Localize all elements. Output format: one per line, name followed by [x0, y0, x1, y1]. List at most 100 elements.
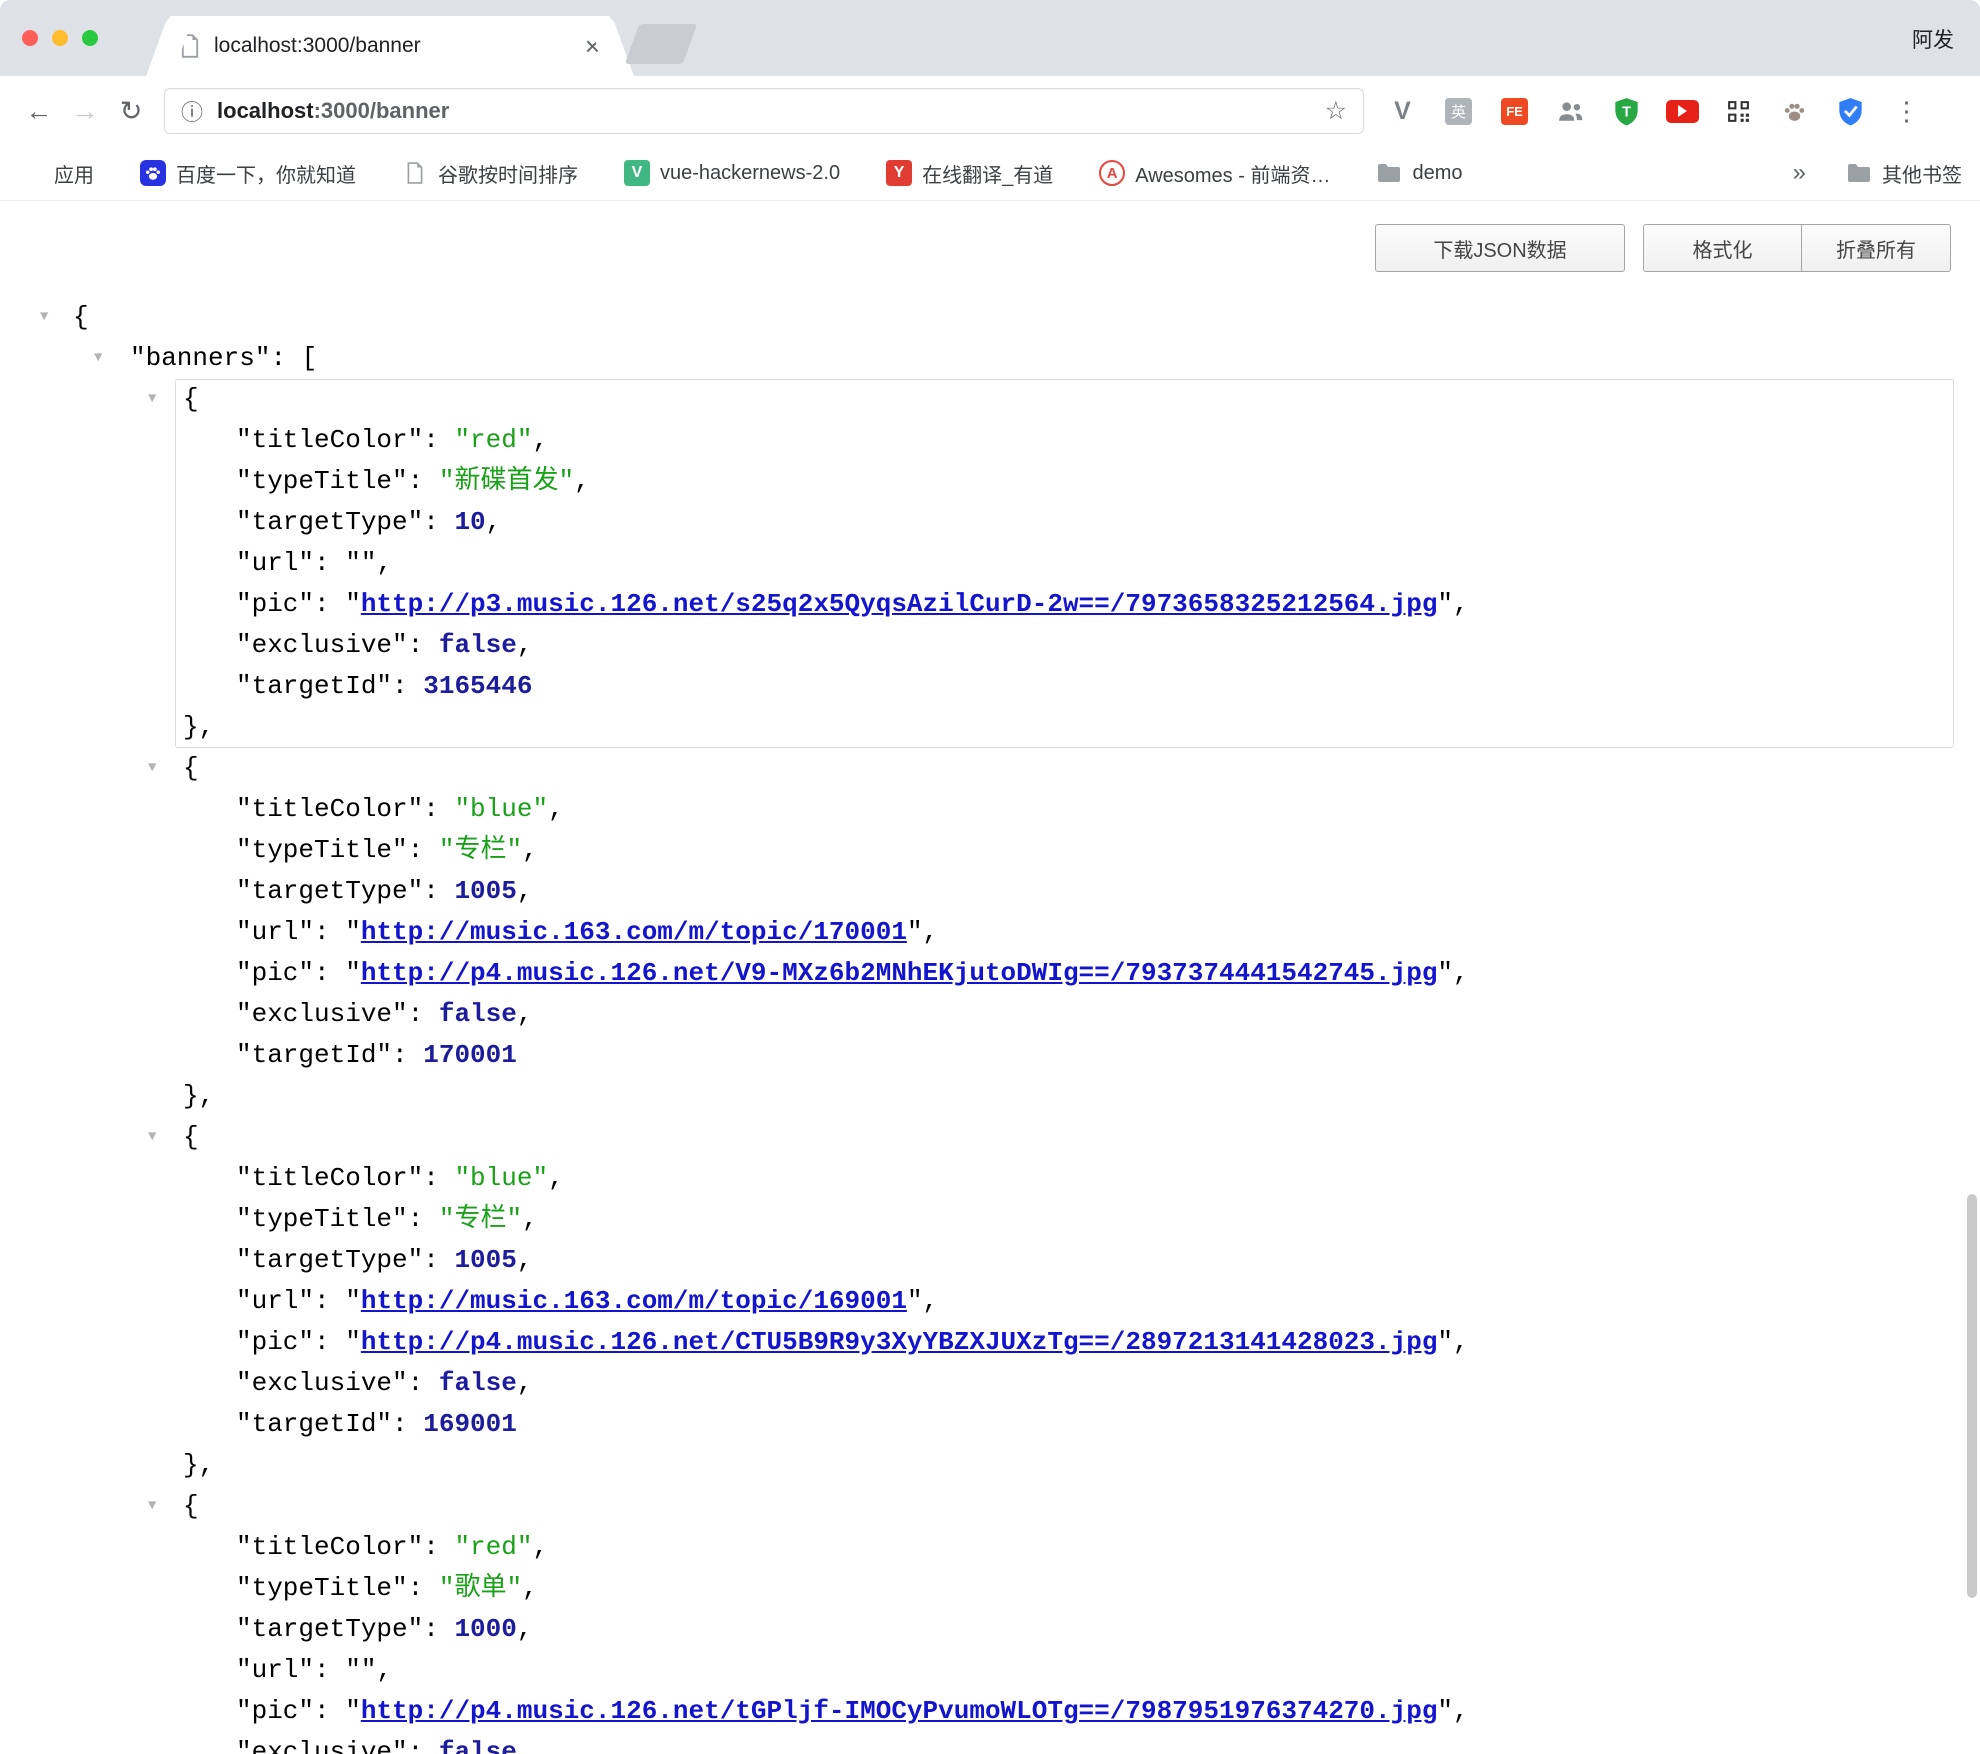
bookmarks-bar: 应用 百度一下，你就知道 谷歌按时间排序 V vue-hackernews-2.… — [0, 146, 1980, 200]
close-window-button[interactable] — [22, 30, 38, 46]
json-boolean: false — [439, 999, 517, 1029]
url-text[interactable]: localhost:3000/banner — [217, 98, 1325, 124]
json-boolean: false — [439, 1368, 517, 1398]
paw-extension-icon[interactable] — [1774, 91, 1815, 132]
json-string: "歌单" — [439, 1573, 522, 1603]
people-extension-icon[interactable] — [1550, 91, 1591, 132]
json-url-link[interactable]: http://music.163.com/m/topic/169001 — [361, 1286, 907, 1316]
back-button[interactable]: ← — [16, 88, 62, 134]
json-object: ▼{"titleColor": "blue","typeTitle": "专栏"… — [0, 1117, 1980, 1486]
vimium-extension-icon[interactable]: V — [1382, 91, 1423, 132]
json-url-link[interactable]: http://p4.music.126.net/tGPljf-IMOCyPvum… — [361, 1696, 1438, 1726]
json-string: "red" — [454, 425, 532, 455]
url-host: localhost — [217, 98, 314, 123]
other-bookmarks[interactable]: 其他书签 — [1846, 159, 1962, 188]
bookmarks-overflow-chevron[interactable]: » — [1793, 159, 1806, 187]
json-string: "blue" — [454, 1163, 548, 1193]
json-number: 1005 — [454, 876, 516, 906]
json-number: 170001 — [423, 1040, 517, 1070]
page-icon — [402, 160, 428, 186]
collapse-all-button[interactable]: 折叠所有 — [1802, 224, 1951, 272]
minimize-window-button[interactable] — [52, 30, 68, 46]
collapse-toggle-icon[interactable]: ▼ — [148, 1117, 156, 1158]
json-boolean: false — [439, 630, 517, 660]
green-shield-extension-icon[interactable]: T — [1606, 91, 1647, 132]
folder-icon — [1846, 160, 1872, 186]
collapse-toggle-icon[interactable]: ▼ — [94, 338, 102, 379]
json-url-link[interactable]: http://p4.music.126.net/V9-MXz6b2MNhEKju… — [361, 958, 1438, 988]
json-url-link[interactable]: http://p4.music.126.net/CTU5B9R9y3XyYBZX… — [361, 1327, 1438, 1357]
bookmark-label: 百度一下，你就知道 — [176, 159, 356, 188]
json-boolean: false — [439, 1737, 517, 1754]
json-object: ▼{"titleColor": "blue","typeTitle": "专栏"… — [0, 748, 1980, 1117]
new-tab-button[interactable] — [625, 24, 698, 64]
bookmark-label: 在线翻译_有道 — [922, 159, 1053, 188]
page-favicon-icon — [180, 34, 200, 58]
json-object: ▼{"titleColor": "red","typeTitle": "歌单",… — [0, 1486, 1980, 1754]
bookmark-label: 谷歌按时间排序 — [438, 159, 578, 188]
json-string: "专栏" — [439, 835, 522, 865]
address-bar[interactable]: ⓘ localhost:3000/banner ☆ — [164, 88, 1364, 134]
browser-menu-icon[interactable]: ⋮ — [1886, 91, 1927, 132]
browser-toolbar: ← → ↻ ⓘ localhost:3000/banner ☆ V 英 FE T… — [0, 76, 1980, 146]
bookmark-baidu[interactable]: 百度一下，你就知道 — [140, 159, 356, 188]
apps-grid-icon — [18, 160, 44, 186]
bookmark-google-sort[interactable]: 谷歌按时间排序 — [402, 159, 578, 188]
page-content: 下载JSON数据 格式化 折叠所有 ▼{▼"banners": [▼{"titl… — [0, 200, 1980, 1754]
other-bookmarks-label: 其他书签 — [1882, 159, 1962, 188]
reload-button[interactable]: ↻ — [108, 88, 154, 134]
download-json-button[interactable]: 下载JSON数据 — [1375, 224, 1625, 272]
url-path: :3000/banner — [314, 98, 450, 123]
bookmark-demo-folder[interactable]: demo — [1376, 160, 1462, 186]
tab-close-icon[interactable]: × — [585, 33, 600, 59]
format-collapse-group: 格式化 折叠所有 — [1643, 224, 1951, 272]
youdao-icon: Y — [886, 160, 912, 186]
window-controls — [22, 30, 98, 46]
json-string: "red" — [454, 1532, 532, 1562]
qrcode-extension-icon[interactable] — [1718, 91, 1759, 132]
svg-text:T: T — [1622, 104, 1631, 120]
bookmark-star-icon[interactable]: ☆ — [1325, 96, 1347, 126]
collapse-toggle-icon[interactable]: ▼ — [148, 1486, 156, 1527]
page-info-icon[interactable]: ⓘ — [181, 95, 203, 127]
json-number: 1005 — [454, 1245, 516, 1275]
json-number: 10 — [454, 507, 485, 537]
forward-button[interactable]: → — [62, 88, 108, 134]
json-url-link[interactable]: http://p3.music.126.net/s25q2x5QyqsAzilC… — [361, 589, 1438, 619]
profile-name: 阿发 — [1912, 24, 1954, 54]
json-string: "新碟首发" — [439, 466, 574, 496]
baidu-paw-icon — [140, 160, 166, 186]
folder-icon — [1376, 160, 1402, 186]
bookmark-youdao-translate[interactable]: Y 在线翻译_有道 — [886, 159, 1053, 188]
json-viewer-actions: 下载JSON数据 格式化 折叠所有 — [1375, 224, 1951, 272]
json-object: ▼{"titleColor": "red","typeTitle": "新碟首发… — [0, 379, 1980, 748]
youtube-extension-icon[interactable] — [1662, 91, 1703, 132]
json-number: 1000 — [454, 1614, 516, 1644]
json-number: 3165446 — [423, 671, 532, 701]
bookmark-awesomes[interactable]: A Awesomes - 前端资… — [1099, 159, 1330, 188]
translate-extension-icon[interactable]: 英 — [1438, 91, 1479, 132]
bookmark-apps[interactable]: 应用 — [18, 159, 94, 188]
json-string: "专栏" — [439, 1204, 522, 1234]
fe-extension-icon[interactable]: FE — [1494, 91, 1535, 132]
bookmark-label: vue-hackernews-2.0 — [660, 162, 840, 185]
bookmark-label: Awesomes - 前端资… — [1135, 159, 1330, 188]
collapse-toggle-icon[interactable]: ▼ — [40, 297, 48, 338]
tab-title: localhost:3000/banner — [214, 34, 571, 58]
bookmark-vue-hackernews[interactable]: V vue-hackernews-2.0 — [624, 160, 840, 186]
collapse-toggle-icon[interactable]: ▼ — [148, 379, 156, 420]
bookmark-label: 应用 — [54, 159, 94, 188]
vertical-scrollbar[interactable] — [1967, 1194, 1977, 1598]
json-tree: ▼{▼"banners": [▼{"titleColor": "red","ty… — [0, 201, 1980, 1754]
format-button[interactable]: 格式化 — [1643, 224, 1802, 272]
fullscreen-window-button[interactable] — [82, 30, 98, 46]
extensions-area: V 英 FE T ⋮ — [1382, 91, 1927, 132]
blue-shield-extension-icon[interactable] — [1830, 91, 1871, 132]
json-string: "blue" — [454, 794, 548, 824]
vue-icon: V — [624, 160, 650, 186]
json-url-link[interactable]: http://music.163.com/m/topic/170001 — [361, 917, 907, 947]
collapse-toggle-icon[interactable]: ▼ — [148, 748, 156, 789]
browser-tab[interactable]: localhost:3000/banner × — [170, 16, 610, 76]
json-number: 169001 — [423, 1409, 517, 1439]
awesomes-icon: A — [1099, 160, 1125, 186]
